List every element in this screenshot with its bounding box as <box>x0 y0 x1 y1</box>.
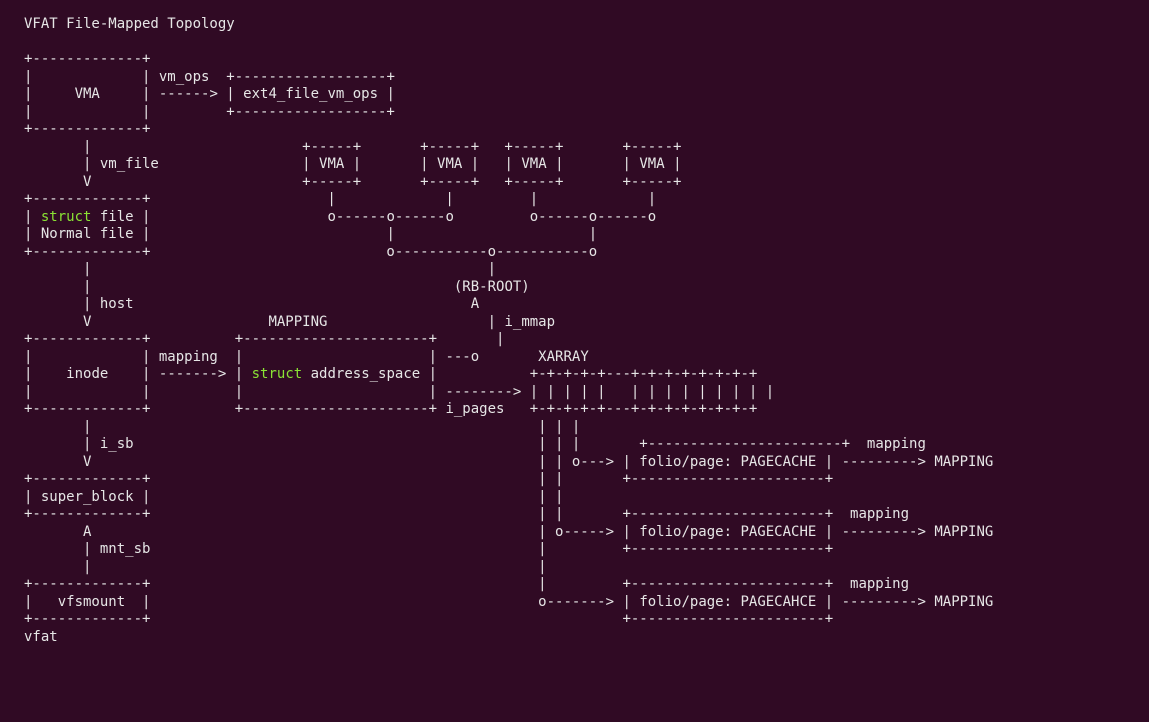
address-space-label: address_space <box>311 366 421 382</box>
host-label: host <box>100 296 134 312</box>
vma-label: VMA <box>75 86 100 102</box>
folio-2-label: folio/page: PAGECACHE <box>639 524 816 540</box>
struct-kw-2: struct <box>252 366 303 382</box>
rb-root-label: (RB-ROOT) <box>454 279 530 295</box>
vfsmount-label: vfsmount <box>58 594 125 610</box>
i-sb-label: i_sb <box>100 436 134 452</box>
vma-tree-3: VMA <box>521 156 546 172</box>
vma-tree-4: VMA <box>639 156 664 172</box>
inode-label: inode <box>66 366 108 382</box>
to-mapping-2: MAPPING <box>934 524 993 540</box>
ascii-diagram: VFAT File-Mapped Topology +-------------… <box>0 0 1149 662</box>
normal-file-label: Normal file <box>41 226 134 242</box>
file-label: file <box>100 209 134 225</box>
super-block-label: super_block <box>41 489 134 505</box>
mapping-header: MAPPING <box>268 314 327 330</box>
to-mapping-1: MAPPING <box>934 454 993 470</box>
struct-kw-1: struct <box>41 209 92 225</box>
vma-tree-1: VMA <box>319 156 344 172</box>
mapping-out-3: mapping <box>850 576 909 592</box>
diagram-title: VFAT File-Mapped Topology <box>24 16 235 32</box>
mnt-sb-label: mnt_sb <box>100 541 151 557</box>
vfat-label: vfat <box>24 629 58 645</box>
folio-1-label: folio/page: PAGECACHE <box>639 454 816 470</box>
i-mmap-label: i_mmap <box>504 314 555 330</box>
folio-3-label: folio/page: PAGECAHCE <box>639 594 816 610</box>
vm-ops-label: vm_ops <box>159 69 210 85</box>
mapping-out-2: mapping <box>850 506 909 522</box>
xarray-label: XARRAY <box>538 349 589 365</box>
i-pages-label: i_pages <box>445 401 504 417</box>
ext4-ops-label: ext4_file_vm_ops <box>243 86 378 102</box>
to-mapping-3: MAPPING <box>934 594 993 610</box>
mapping-arrow-label: mapping <box>159 349 218 365</box>
vma-tree-2: VMA <box>437 156 462 172</box>
mapping-out-1: mapping <box>867 436 926 452</box>
vm-file-label: vm_file <box>100 156 159 172</box>
